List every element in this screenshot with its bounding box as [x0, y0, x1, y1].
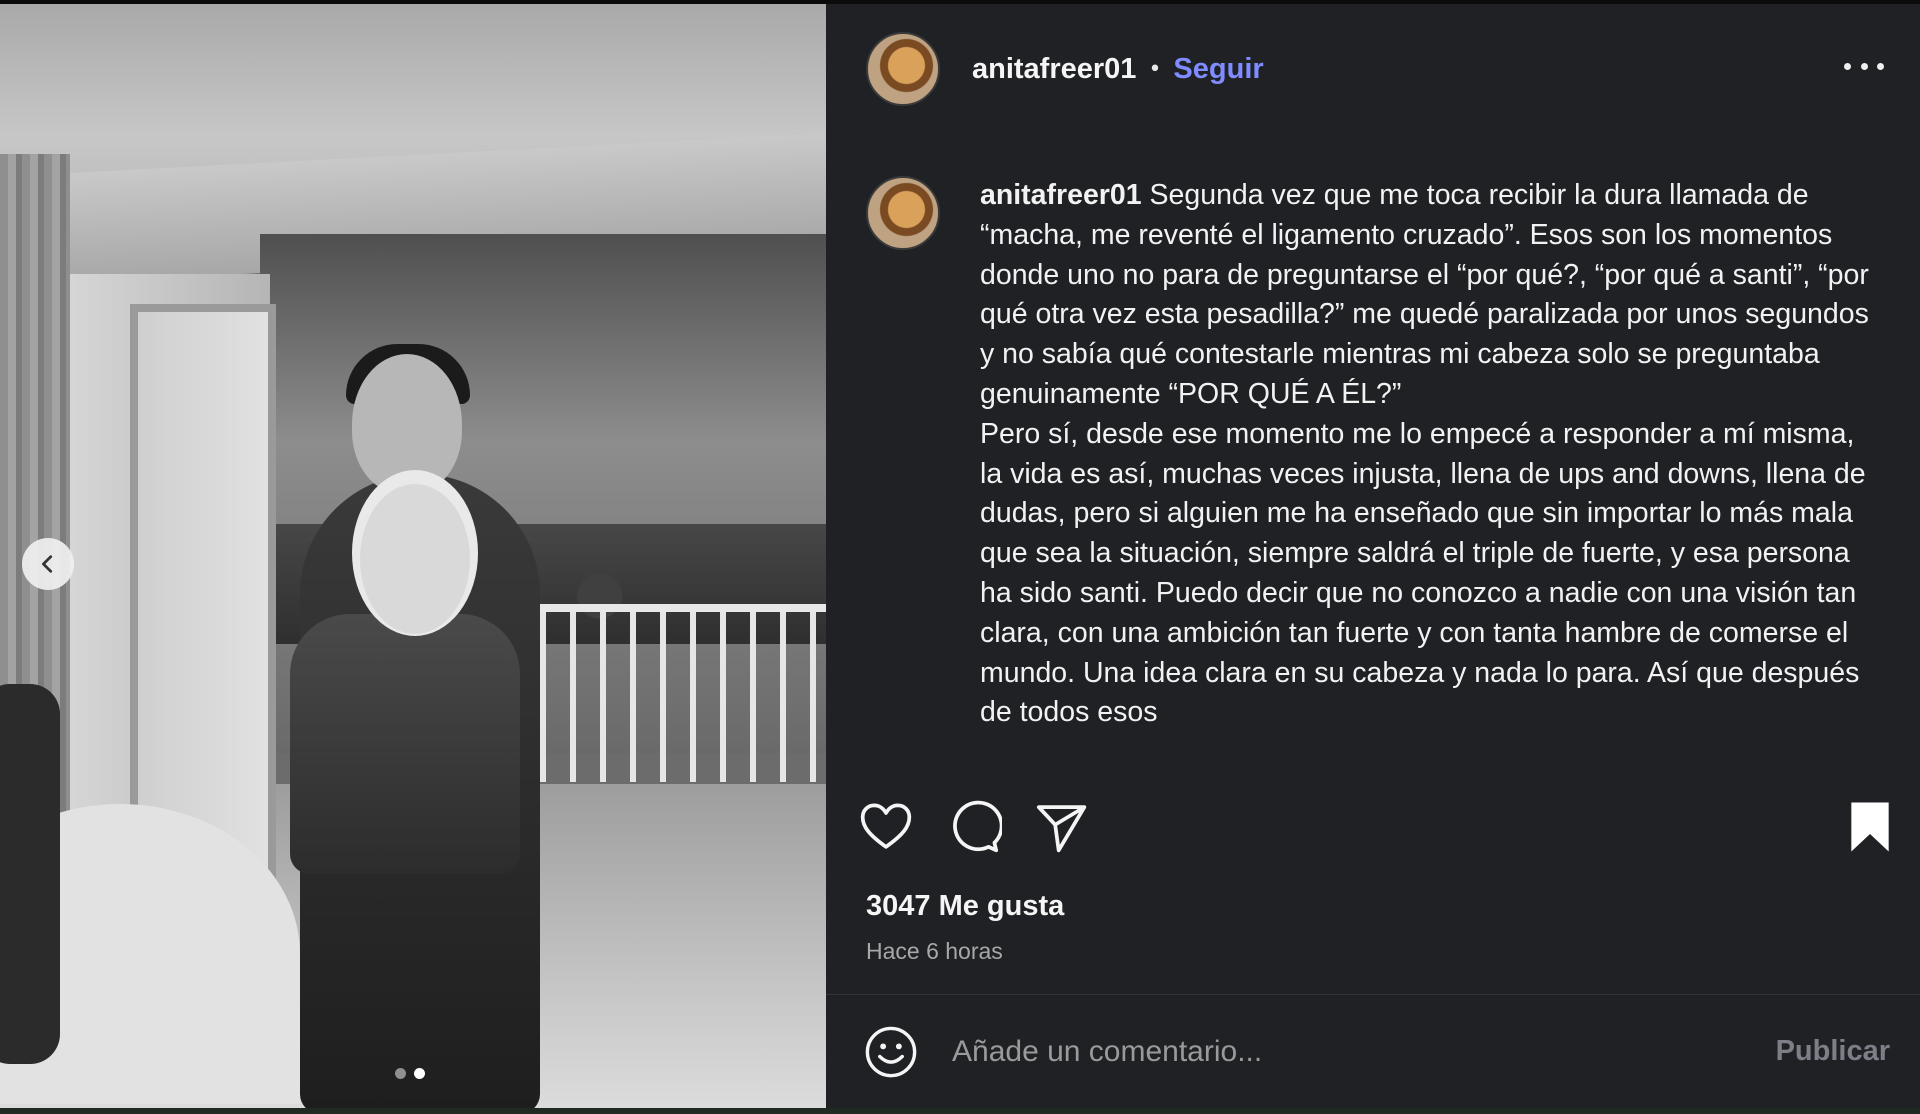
- comment-bar: Publicar: [826, 995, 1920, 1108]
- comment-icon: [953, 800, 1004, 853]
- follow-button[interactable]: Seguir: [1173, 53, 1263, 86]
- bookmark-icon: [1851, 802, 1889, 852]
- carousel-dot-active: [414, 1068, 425, 1079]
- post-header: anitafreer01 • Seguir: [826, 4, 1920, 134]
- comment-button[interactable]: [946, 799, 1004, 855]
- caption-avatar[interactable]: [866, 176, 940, 250]
- post-time[interactable]: Hace 6 horas: [866, 938, 1003, 965]
- author-username[interactable]: anitafreer01: [972, 53, 1136, 86]
- carousel-prev-button[interactable]: [22, 538, 74, 590]
- more-options-icon[interactable]: [1844, 56, 1884, 76]
- action-bar: [826, 799, 1920, 859]
- header-separator: •: [1148, 56, 1162, 82]
- photo-woman-head: [360, 484, 470, 634]
- caption-username[interactable]: anitafreer01: [980, 179, 1142, 211]
- author-avatar[interactable]: [866, 32, 940, 106]
- chevron-left-icon: [42, 555, 53, 573]
- emoji-icon[interactable]: [864, 1025, 918, 1079]
- photo-man-head: [352, 354, 462, 494]
- photo-couple: [260, 324, 560, 1108]
- post-photo: [0, 4, 826, 1108]
- carousel-indicator: [395, 1068, 425, 1079]
- publish-button[interactable]: Publicar: [1776, 1035, 1890, 1068]
- more-dot: [1844, 62, 1851, 70]
- share-button[interactable]: [1033, 799, 1089, 855]
- like-button[interactable]: [858, 799, 914, 855]
- caption-block: anitafreer01 Segunda vez que me toca rec…: [866, 176, 1886, 776]
- likes-count[interactable]: 3047 Me gusta: [866, 890, 1064, 923]
- post-side-panel: anitafreer01 • Seguir anitafreer01 Segun…: [826, 4, 1920, 1108]
- comment-input[interactable]: [950, 1033, 1754, 1070]
- post-modal: anitafreer01 • Seguir anitafreer01 Segun…: [0, 4, 1920, 1108]
- photo-woman-jacket: [290, 614, 520, 874]
- caption-text-container: anitafreer01 Segunda vez que me toca rec…: [980, 176, 1880, 776]
- more-dot: [1877, 62, 1884, 70]
- bottom-strip: [0, 1108, 1920, 1114]
- photo-person-edge: [0, 684, 60, 1064]
- save-button[interactable]: [1842, 799, 1898, 855]
- photo-door: [130, 304, 276, 880]
- send-icon: [1036, 805, 1087, 853]
- caption-text: Segunda vez que me toca recibir la dura …: [980, 179, 1869, 729]
- heart-icon: [860, 803, 912, 849]
- carousel-dot: [395, 1068, 406, 1079]
- more-dot: [1860, 62, 1868, 70]
